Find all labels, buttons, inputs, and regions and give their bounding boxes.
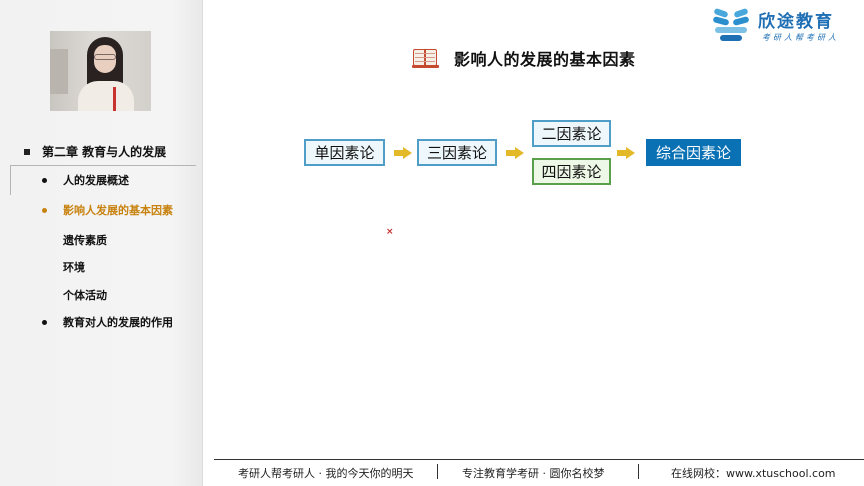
right-arrow-icon — [506, 147, 524, 159]
presenter-body — [78, 81, 134, 111]
right-arrow-icon — [617, 147, 635, 159]
node-two-factor: 二因素论 — [532, 120, 611, 147]
square-bullet-icon — [24, 148, 30, 155]
node-comprehensive-factor: 综合因素论 — [646, 139, 741, 166]
nav-subitem-heredity[interactable]: 遗传素质 — [63, 232, 107, 248]
node-single-factor: 单因素论 — [304, 139, 385, 166]
right-arrow-icon — [394, 147, 412, 159]
bullet-icon — [42, 319, 47, 325]
bullet-icon — [42, 177, 47, 183]
nav-item-basic-factors[interactable]: 影响人发展的基本因素 — [42, 202, 173, 218]
footer-divider — [214, 459, 864, 460]
chapter-title: 第二章 教育与人的发展 — [42, 145, 167, 159]
brand-logo: 欣途教育 考研人帮考研人 — [710, 6, 860, 46]
slide-title-text: 影响人的发展的基本因素 — [454, 50, 636, 69]
chapter-heading[interactable]: 第二章 教育与人的发展 — [24, 143, 166, 160]
webcam-video — [50, 31, 151, 111]
brand-slogan: 考研人帮考研人 — [762, 33, 839, 42]
footer-slogan-left: 考研人帮考研人 · 我的今天你的明天 — [238, 467, 414, 480]
chapter-divider — [10, 165, 196, 166]
footer-separator — [638, 464, 639, 479]
sidebar: 第二章 教育与人的发展 人的发展概述 影响人发展的基本因素 遗传素质 环境 个体… — [0, 0, 203, 486]
cursor-mark: × — [386, 227, 394, 237]
bullet-icon — [42, 207, 47, 213]
nav-subitem-environment[interactable]: 环境 — [63, 259, 85, 275]
book-icon — [412, 47, 439, 69]
brand-name: 欣途教育 — [758, 12, 834, 32]
footer-separator — [437, 464, 438, 479]
presenter-glasses — [94, 54, 116, 60]
slide-title: 影响人的发展的基本因素 — [412, 46, 636, 70]
footer-slogan-center: 专注教育学考研 · 圆你名校梦 — [462, 467, 605, 480]
footer-website-link[interactable]: 在线网校：www.xtuschool.com — [671, 465, 836, 481]
tree-connector — [10, 165, 11, 195]
nav-item-label: 影响人发展的基本因素 — [63, 204, 173, 217]
node-three-factor: 三因素论 — [417, 139, 497, 166]
webcam-door-frame — [50, 49, 68, 94]
node-four-factor: 四因素论 — [532, 158, 611, 185]
book-wings-logo-icon — [712, 6, 752, 42]
nav-subitem-individual-activity[interactable]: 个体活动 — [63, 287, 107, 303]
nav-item-label: 教育对人的发展的作用 — [63, 316, 173, 329]
presenter-lanyard — [113, 87, 116, 111]
nav-item-education-role[interactable]: 教育对人的发展的作用 — [42, 314, 173, 330]
nav-item-label: 人的发展概述 — [63, 174, 129, 187]
nav-item-development-overview[interactable]: 人的发展概述 — [42, 172, 129, 188]
